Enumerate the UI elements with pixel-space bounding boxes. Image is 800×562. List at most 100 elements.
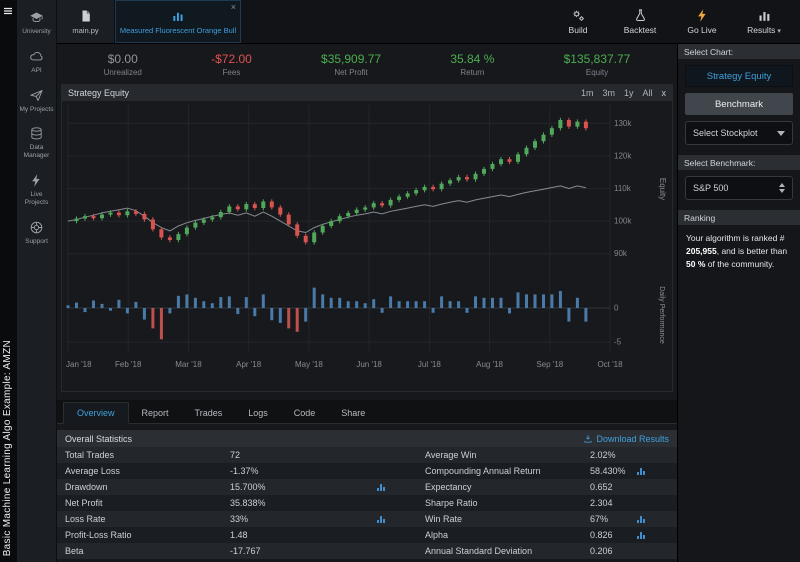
range-1m-button[interactable]: 1m: [581, 88, 594, 98]
table-row: Drawdown 15.700% Expectancy 0.652: [57, 479, 677, 495]
tab-measured-fluorescent-orange-bull[interactable]: Measured Fluorescent Orange Bull ×: [115, 0, 241, 43]
stat-label-cell: Loss Rate: [65, 514, 106, 524]
action-label: Backtest: [623, 25, 657, 35]
sidebar-item-label: Support: [25, 237, 48, 245]
action-label: Go Live: [687, 25, 717, 35]
tab-share[interactable]: Share: [328, 403, 378, 423]
stat-value-cell: 67%: [582, 514, 677, 524]
stat-value-cell: 58.430%: [582, 466, 677, 476]
svg-text:-5: -5: [614, 338, 622, 347]
stat-label-cell: Win Rate: [425, 514, 463, 524]
stat-label: Net Profit: [334, 67, 368, 77]
stat-label-cell: Expectancy: [425, 482, 472, 492]
build-button[interactable]: Build: [550, 8, 606, 35]
chart-panel-header: Strategy Equity 1m 3m 1y All x: [62, 85, 672, 101]
sidebar-item-label: University: [22, 28, 51, 35]
overall-statistics-bar: Overall Statistics Download Results: [57, 430, 677, 447]
sidebar-item-label: My Projects: [19, 105, 54, 113]
project-title: Basic Machine Learning Algo Example: AMZ…: [2, 339, 13, 556]
svg-text:Sep '18: Sep '18: [536, 360, 563, 369]
download-results-link[interactable]: Download Results: [583, 434, 669, 444]
stat-label-cell: Annual Standard Deviation: [425, 546, 533, 556]
stat-value: 35.84 %: [450, 51, 495, 66]
ranking-rank: 205,955: [686, 245, 717, 256]
stat-equity: $135,837.77 Equity: [564, 52, 631, 77]
range-3m-button[interactable]: 3m: [602, 88, 615, 98]
tab-code[interactable]: Code: [281, 403, 329, 423]
stat-value-cell: 72: [230, 450, 241, 460]
sidebar-item-label: Live Projects: [24, 190, 49, 206]
go-live-button[interactable]: Go Live: [674, 8, 730, 35]
sidebar: University API My Projects Data Manager Live…: [17, 0, 57, 562]
stat-label-cell: Compounding Annual Return: [425, 466, 541, 476]
stat-label-cell: Sharpe Ratio: [425, 498, 478, 508]
file-icon: [79, 9, 93, 23]
stat-label-cell: Profit-Loss Ratio: [65, 530, 132, 540]
database-icon: [29, 126, 44, 141]
range-all-button[interactable]: All: [642, 88, 652, 98]
lightning-icon: [695, 8, 710, 23]
close-icon[interactable]: ×: [231, 2, 236, 12]
svg-text:130k: 130k: [614, 119, 632, 128]
table-row: Loss Rate 33% Win Rate 67%: [57, 511, 677, 527]
strategy-equity-button[interactable]: Strategy Equity: [685, 65, 793, 87]
sidebar-item-api[interactable]: API: [17, 43, 56, 82]
equity-benchmark-chart: 130k 120k 110k 100k 90k 0 -5 Jan '18 Feb '18 Mar …: [66, 105, 667, 369]
tab-overview[interactable]: Overview: [63, 402, 129, 424]
cloud-icon: [29, 49, 44, 64]
action-label: Build: [568, 25, 588, 35]
tab-trades[interactable]: Trades: [182, 403, 236, 423]
stat-value-cell: 35.838%: [230, 498, 266, 508]
tab-main-py[interactable]: main.py: [57, 0, 115, 43]
svg-text:Mar '18: Mar '18: [175, 360, 202, 369]
chevron-down-icon: [777, 130, 785, 136]
range-1y-button[interactable]: 1y: [624, 88, 634, 98]
tab-label: Measured Fluorescent Orange Bull: [119, 25, 237, 35]
action-label: Results ▾: [747, 25, 781, 35]
menu-icon[interactable]: [2, 4, 14, 16]
svg-text:Jan '18: Jan '18: [66, 360, 92, 369]
benchmark-button[interactable]: Benchmark: [685, 93, 793, 115]
file-tabs: main.py Measured Fluorescent Orange Bull ×: [57, 0, 241, 43]
stat-label: Fees: [222, 67, 241, 77]
sparkline: [377, 515, 385, 523]
ranking-percent: 50 %: [686, 258, 706, 269]
chart-close-button[interactable]: x: [662, 88, 667, 98]
ranking-text: Your algorithm is ranked # 205,955, and …: [686, 232, 792, 270]
select-arrows-icon: [779, 183, 785, 193]
benchmark-select[interactable]: S&P 500: [685, 176, 793, 200]
stats-band: $0.00 Unrealized -$72.00 Fees $35,909.77 Net …: [57, 44, 677, 84]
sidebar-item-university[interactable]: University: [17, 4, 56, 43]
stat-fees: -$72.00 Fees: [211, 52, 252, 77]
stockplot-select[interactable]: Select Stockplot: [685, 121, 793, 145]
sidebar-item-my-projects[interactable]: My Projects: [17, 82, 56, 121]
content: main.py Measured Fluorescent Orange Bull ×…: [57, 0, 800, 562]
equity-chart-panel: Strategy Equity 1m 3m 1y All x 130k 120k 110k 1…: [61, 84, 673, 392]
sparkline: [637, 531, 645, 539]
sidebar-item-support[interactable]: Support: [17, 214, 56, 253]
equity-chart[interactable]: 130k 120k 110k 100k 90k 0 -5 Jan '18 Feb '18 Mar …: [62, 101, 672, 391]
download-icon: [583, 434, 593, 444]
backtest-button[interactable]: Backtest: [612, 8, 668, 35]
svg-text:Equity: Equity: [658, 178, 667, 200]
stat-label: Equity: [585, 67, 609, 77]
tab-logs[interactable]: Logs: [235, 403, 281, 423]
body-row: $0.00 Unrealized -$72.00 Fees $35,909.77 Net …: [57, 44, 800, 562]
chart-title: Strategy Equity: [68, 88, 130, 98]
app-root: Basic Machine Learning Algo Example: AMZ…: [0, 0, 800, 562]
stat-unrealized: $0.00 Unrealized: [104, 52, 142, 77]
stat-value: $135,837.77: [563, 51, 631, 66]
stat-value-cell: 0.652: [590, 482, 613, 492]
svg-text:Jul '18: Jul '18: [418, 360, 441, 369]
caret-down-icon: ▾: [775, 28, 781, 35]
svg-text:May '18: May '18: [295, 360, 323, 369]
overall-statistics-title: Overall Statistics: [65, 433, 133, 444]
tab-report[interactable]: Report: [129, 403, 182, 423]
paper-plane-icon: [29, 88, 44, 103]
sidebar-item-live-projects[interactable]: Live Projects: [17, 167, 56, 214]
ranking-suffix: of the community.: [707, 258, 775, 269]
stat-label-cell: Average Loss: [65, 466, 120, 476]
results-button[interactable]: Results ▾: [736, 8, 792, 35]
sidebar-item-data-manager[interactable]: Data Manager: [17, 120, 56, 167]
stat-label-cell: Net Profit: [65, 498, 103, 508]
